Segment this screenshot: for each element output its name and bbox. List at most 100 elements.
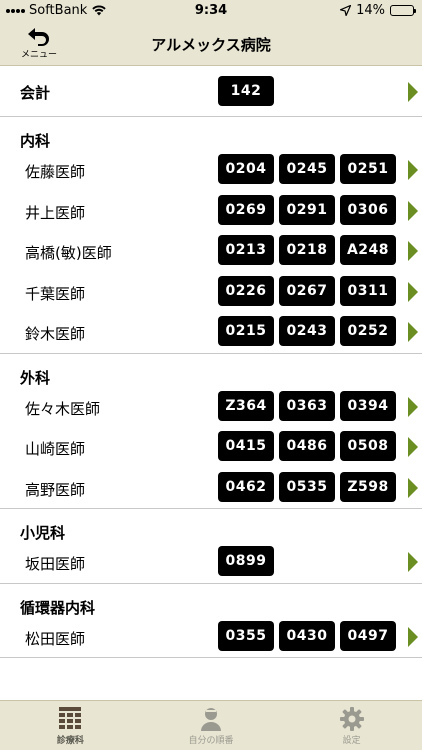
doctor-row[interactable]: 松田医師 0355 0430 0497 [0,617,422,658]
queue-number-badge: 0267 [279,275,335,306]
queue-number-badge: 0899 [218,546,274,576]
queue-number-badge: 0394 [340,390,396,421]
doctor-name: 高野医師 [25,480,86,499]
doctor-row[interactable]: 佐々木医師 Z364 0363 0394 [0,387,422,428]
disclosure-arrow-icon[interactable] [408,200,418,221]
disclosure-arrow-icon[interactable] [408,322,418,342]
queue-number-badge: 142 [218,76,274,106]
checkout-label: 会計 [20,84,51,102]
doctor-row[interactable]: 鈴木医師 0215 0243 0252 [0,312,422,353]
queue-number-badge: 0218 [279,235,335,265]
tab-label: 診療科 [56,736,84,746]
doctor-row[interactable]: 高野医師 0462 0535 Z598 [0,468,422,509]
queue-number-badge: 0306 [340,194,396,225]
queue-list[interactable]: 会計 142 内科佐藤医師 0204 0245 0251 井上医師 0269 0291 030… [0,67,422,700]
doctor-name: 坂田医師 [25,555,86,573]
disclosure-arrow-icon[interactable] [408,160,418,180]
list-grid-icon [59,707,82,729]
gear-icon [339,707,364,731]
queue-number-badge: 0415 [218,431,274,461]
queue-number-badge: 0497 [340,620,396,651]
navigation-bar: メニュー アルメックス病院 [0,22,422,66]
doctor-row[interactable]: 千葉医師 0226 0267 0311 [0,272,422,313]
location-arrow-icon [340,5,352,16]
department-section: 循環器内科松田医師 0355 0430 0497 [0,584,422,658]
queue-number-badge: Z598 [340,471,396,502]
doctor-name: 松田医師 [25,629,86,648]
doctor-name: 井上医師 [25,203,86,222]
disclosure-arrow-icon[interactable] [408,437,418,457]
queue-number-badge: A248 [340,235,396,265]
department-section: 内科佐藤医師 0204 0245 0251 井上医師 0269 0291 0306 高橋(敏)医… [0,117,422,354]
departments-container: 内科佐藤医師 0204 0245 0251 井上医師 0269 0291 0306 高橋(敏)医… [0,117,422,658]
queue-numbers: 0899 [218,546,274,576]
disclosure-arrow-icon[interactable] [408,552,418,572]
queue-number-badge: 0486 [279,431,335,461]
checkout-numbers: 142 [218,76,274,106]
tab-departments[interactable]: 診療科 [0,701,141,750]
status-right: 14% [340,3,416,18]
doctor-name: 佐々木医師 [25,399,101,418]
queue-numbers: Z364 0363 0394 [218,390,396,421]
queue-number-badge: 0226 [218,275,274,306]
department-header: 外科 [20,368,51,387]
queue-number-badge: 0535 [279,471,335,502]
queue-number-badge: 0204 [218,154,274,184]
doctor-name: 千葉医師 [25,284,86,303]
queue-number-badge: 0311 [340,275,396,306]
queue-numbers: 0462 0535 Z598 [218,471,396,502]
disclosure-arrow-icon[interactable] [408,626,418,647]
doctor-row[interactable]: 佐藤医師 0204 0245 0251 [0,150,422,191]
queue-number-badge: 0243 [279,316,335,346]
battery-percent: 14% [356,3,385,18]
doctor-name: 佐藤医師 [25,163,86,181]
queue-numbers: 0213 0218 A248 [218,235,396,265]
queue-numbers: 0204 0245 0251 [218,154,396,184]
queue-number-badge: 0355 [218,620,274,651]
queue-number-badge: 0508 [340,431,396,461]
department-section: 小児科坂田医師 0899 [0,509,422,584]
department-header: 循環器内科 [20,598,96,617]
department-section: 外科佐々木医師 Z364 0363 0394 山崎医師 0415 0486 0508 高野医師 0… [0,354,422,509]
queue-number-badge: 0430 [279,620,335,651]
queue-number-badge: 0215 [218,316,274,346]
disclosure-arrow-icon[interactable] [408,82,418,102]
tab-bar: 診療科 自分の順番 設定 [0,700,422,750]
disclosure-arrow-icon[interactable] [408,477,418,498]
page-title: アルメックス病院 [151,36,271,54]
queue-number-badge: 0252 [340,316,396,346]
doctor-name: 高橋(敏)医師 [25,244,112,262]
queue-numbers: 0269 0291 0306 [218,194,396,225]
queue-numbers: 0415 0486 0508 [218,431,396,461]
queue-numbers: 0355 0430 0497 [218,620,396,651]
checkout-row[interactable]: 会計 142 [0,67,422,117]
queue-numbers: 0226 0267 0311 [218,275,396,306]
doctor-name: 山崎医師 [25,440,86,458]
tab-label: 自分の順番 [188,736,234,746]
disclosure-arrow-icon[interactable] [408,281,418,302]
tab-label: 設定 [342,736,361,746]
disclosure-arrow-icon[interactable] [408,241,418,261]
queue-number-badge: 0269 [218,194,274,225]
battery-icon [390,5,416,16]
disclosure-arrow-icon[interactable] [408,396,418,417]
queue-number-badge: 0245 [279,154,335,184]
department-header: 内科 [20,132,51,150]
tab-settings[interactable]: 設定 [281,701,422,750]
queue-number-badge: 0213 [218,235,274,265]
tab-my-turn[interactable]: 自分の順番 [141,701,282,750]
doctor-name: 鈴木医師 [25,325,86,343]
queue-numbers: 0215 0243 0252 [218,316,396,346]
queue-number-badge: 0251 [340,154,396,184]
doctor-row[interactable]: 山崎医師 0415 0486 0508 [0,427,422,468]
doctor-row[interactable]: 井上医師 0269 0291 0306 [0,191,422,232]
queue-number-badge: 0363 [279,390,335,421]
doctor-row[interactable]: 坂田医師 0899 [0,542,422,583]
queue-number-badge: Z364 [218,390,274,421]
department-header: 小児科 [20,524,66,542]
queue-number-badge: 0462 [218,471,274,502]
doctor-row[interactable]: 高橋(敏)医師 0213 0218 A248 [0,231,422,272]
status-bar: SoftBank 9:34 14% [0,0,422,22]
person-icon [201,708,221,731]
queue-number-badge: 0291 [279,194,335,225]
